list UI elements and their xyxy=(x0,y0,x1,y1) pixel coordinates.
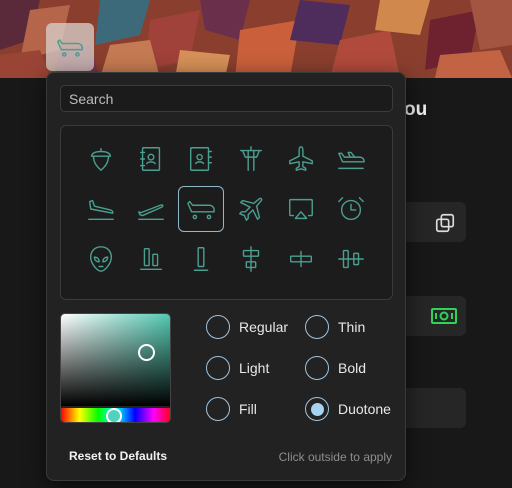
align-center-vertical-icon xyxy=(338,249,364,269)
page-icon-button[interactable] xyxy=(46,23,94,71)
apply-hint: Click outside to apply xyxy=(278,450,392,464)
radio-label: Thin xyxy=(338,319,366,335)
icon-cell[interactable] xyxy=(128,186,174,232)
hue-slider-handle[interactable] xyxy=(106,408,122,422)
saturation-value-handle[interactable] xyxy=(138,344,155,361)
icon-cell[interactable] xyxy=(178,136,224,182)
icon-cell[interactable] xyxy=(278,236,324,282)
radio-circle[interactable] xyxy=(305,315,329,339)
address-book-icon xyxy=(139,147,161,171)
copy-icon[interactable] xyxy=(434,212,456,234)
icon-cell[interactable] xyxy=(78,186,124,232)
airplay-icon xyxy=(289,198,313,220)
icon-cell[interactable] xyxy=(128,236,174,282)
icon-cell[interactable] xyxy=(128,136,174,182)
acorn-icon xyxy=(90,147,112,171)
airport-control-tower-icon xyxy=(239,146,263,171)
airplane-icon xyxy=(289,146,313,171)
icon-cell-selected[interactable] xyxy=(178,186,224,232)
radio-label: Light xyxy=(239,360,270,376)
airplane-tilt-icon xyxy=(239,197,263,221)
icon-cell[interactable] xyxy=(278,186,324,232)
radio-label: Duotone xyxy=(338,401,391,417)
icon-grid xyxy=(60,125,393,300)
icon-cell[interactable] xyxy=(228,136,274,182)
weight-radio-bold[interactable]: Bold xyxy=(305,356,366,380)
alien-icon xyxy=(89,246,113,272)
airplane-in-flight-icon xyxy=(338,151,365,170)
airplane-taxiing-icon xyxy=(187,200,215,220)
radio-circle[interactable] xyxy=(206,356,230,380)
airplane-taxiing-icon xyxy=(56,39,84,57)
icon-cell[interactable] xyxy=(328,236,374,282)
search-input[interactable] xyxy=(60,85,393,112)
page-title: ou xyxy=(404,99,428,120)
icon-picker-popover: Regular Thin Light Bold Fill Duotone Res… xyxy=(46,72,406,481)
radio-label: Regular xyxy=(239,319,289,335)
weight-radio-light[interactable]: Light xyxy=(206,356,269,380)
align-bottom-simple-icon xyxy=(193,247,209,271)
color-picker[interactable] xyxy=(60,313,171,423)
align-center-horizontal-simple-icon xyxy=(289,250,313,268)
icon-cell[interactable] xyxy=(228,186,274,232)
icon-cell[interactable] xyxy=(78,136,124,182)
weight-radio-fill[interactable]: Fill xyxy=(206,397,257,421)
align-center-horizontal-icon xyxy=(242,246,260,272)
airplane-takeoff-icon xyxy=(138,204,164,221)
weight-radio-duotone[interactable]: Duotone xyxy=(305,397,391,421)
radio-circle-checked[interactable] xyxy=(305,397,329,421)
icon-cell[interactable] xyxy=(328,136,374,182)
alarm-icon xyxy=(338,197,364,221)
radio-circle[interactable] xyxy=(305,356,329,380)
weight-radio-thin[interactable]: Thin xyxy=(305,315,365,339)
icon-cell[interactable] xyxy=(178,236,224,282)
weight-radio-regular[interactable]: Regular xyxy=(206,315,288,339)
radio-label: Bold xyxy=(338,360,367,376)
saturation-value-area[interactable] xyxy=(61,314,170,406)
reset-to-defaults-button[interactable]: Reset to Defaults xyxy=(69,449,167,463)
radio-circle[interactable] xyxy=(206,397,230,421)
icon-cell[interactable] xyxy=(278,136,324,182)
icon-cell[interactable] xyxy=(78,236,124,282)
align-bottom-icon xyxy=(139,247,163,271)
radio-label: Fill xyxy=(239,401,257,417)
radio-checked-indicator xyxy=(310,402,324,416)
icon-cell[interactable] xyxy=(228,236,274,282)
money-icon[interactable] xyxy=(430,306,458,326)
address-book-tabs-icon xyxy=(189,147,213,171)
airplane-landing-icon xyxy=(88,199,114,221)
radio-circle[interactable] xyxy=(206,315,230,339)
icon-cell[interactable] xyxy=(328,186,374,232)
